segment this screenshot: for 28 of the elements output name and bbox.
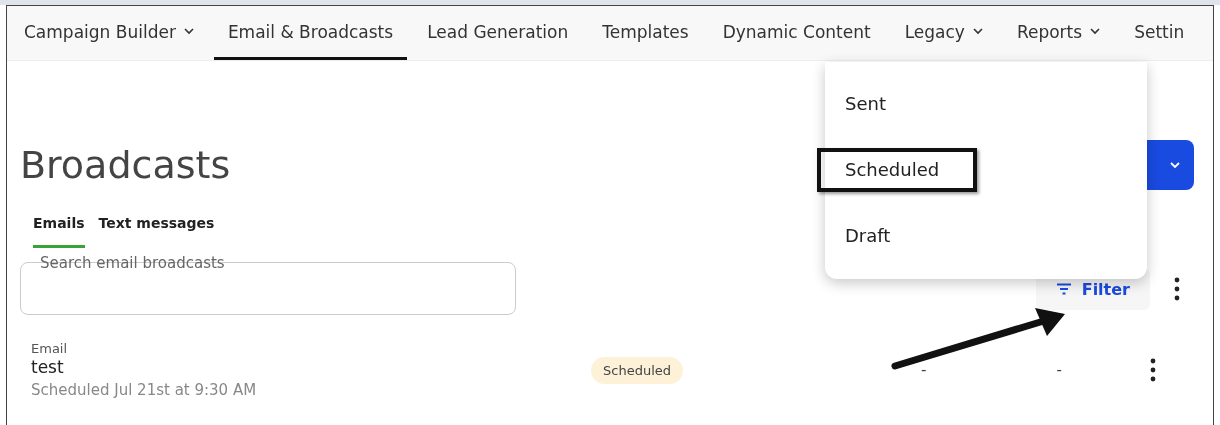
nav-tab[interactable]: Templates — [588, 6, 703, 60]
chevron-icon — [972, 28, 983, 35]
more-icon[interactable] — [1174, 277, 1180, 301]
status-badge: Scheduled — [591, 356, 683, 384]
tab[interactable]: Emails — [33, 215, 85, 248]
table-cell: - — [921, 361, 927, 379]
nav-tab[interactable]: Reports — [1002, 6, 1115, 60]
table-cell: - — [1056, 361, 1062, 379]
page-title: Broadcasts — [20, 143, 231, 187]
nav-tab[interactable]: Email & Broadcasts — [213, 6, 408, 60]
search-field[interactable]: Search email broadcasts — [20, 251, 516, 315]
row-type: Email — [31, 341, 69, 356]
filter-icon — [1055, 283, 1072, 295]
nav-tab[interactable]: Lead Generation — [413, 6, 583, 60]
nav-tab[interactable]: Settin — [1120, 6, 1199, 60]
chevron-icon — [1090, 28, 1101, 35]
menu-item[interactable]: Sent — [825, 70, 1147, 136]
menu-item[interactable]: Draft — [825, 202, 1147, 268]
chevron-icon — [1170, 161, 1180, 169]
schedule-text: Scheduled Jul 21st at 9:30 AM — [31, 381, 258, 399]
nav-tab[interactable]: Dynamic Content — [708, 6, 885, 60]
chevron-icon — [183, 28, 194, 35]
more-icon[interactable] — [1149, 358, 1156, 382]
nav-tab[interactable]: Campaign Builder — [10, 6, 208, 60]
tab[interactable]: Text messages — [98, 215, 215, 248]
broadcast-name: test — [31, 357, 65, 377]
menu-item[interactable]: Scheduled — [825, 136, 1147, 202]
nav-tab[interactable]: Legacy — [890, 6, 997, 60]
